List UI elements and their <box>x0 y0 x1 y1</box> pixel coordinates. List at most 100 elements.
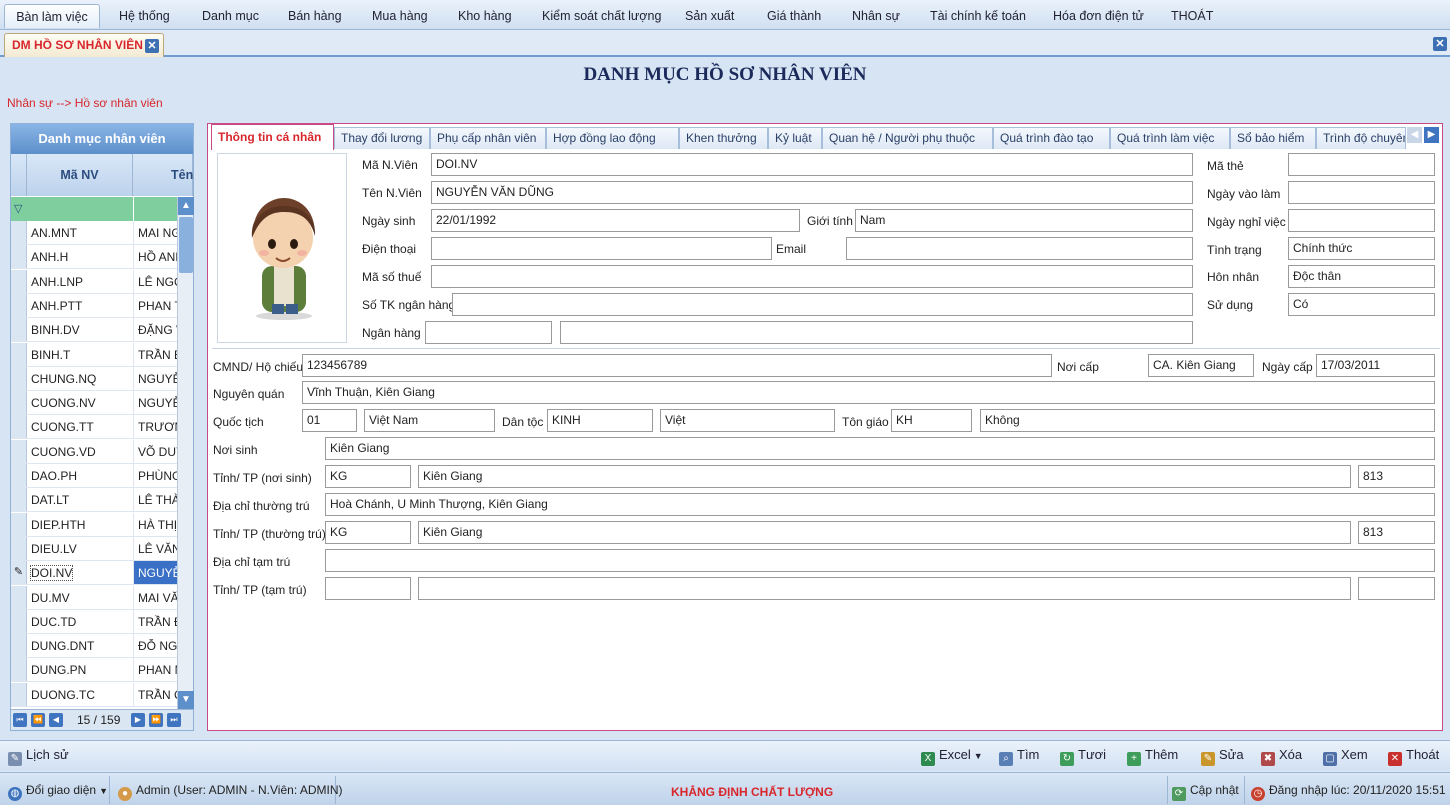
row-selector[interactable] <box>11 391 27 415</box>
row-selector[interactable] <box>11 245 27 269</box>
field-noi-cap[interactable]: CA. Kiên Giang <box>1148 354 1254 377</box>
field-ngan-hang-code[interactable] <box>425 321 552 344</box>
field-ton-giao-code[interactable]: KH <box>891 409 972 432</box>
field-dia-chi-tam-tru[interactable] <box>325 549 1435 572</box>
row-selector[interactable] <box>11 585 27 609</box>
refresh-button[interactable]: ↻ Tươi <box>1060 747 1106 766</box>
field-hon-nhan[interactable]: Độc thân <box>1288 265 1435 288</box>
field-ma-so-thue[interactable] <box>431 265 1193 288</box>
menu-san-xuat[interactable]: Sản xuất <box>685 4 734 28</box>
field-dia-chi-thuong-tru[interactable]: Hoà Chánh, U Minh Thượng, Kiên Giang <box>325 493 1435 516</box>
tab-qua-trinh-lam-viec[interactable]: Quá trình làm việc <box>1110 127 1230 149</box>
list-item[interactable]: DUONG.TC TRẦN C <box>11 682 177 707</box>
menu-gia-thanh[interactable]: Giá thành <box>767 4 821 28</box>
row-edit-indicator-icon[interactable]: ✎ <box>11 561 27 585</box>
row-selector[interactable] <box>11 366 27 390</box>
list-item[interactable]: CUONG.VD VÕ DUY <box>11 439 177 464</box>
tab-thay-doi-luong[interactable]: Thay đổi lương <box>334 127 430 149</box>
first-record-icon[interactable]: ⏮ <box>13 713 27 727</box>
prev-record-icon[interactable]: ◀ <box>49 713 63 727</box>
list-item[interactable]: AN.MNT MAI NG <box>11 221 177 245</box>
field-tinh-noi-sinh-code[interactable]: KG <box>325 465 411 488</box>
field-ngay-nghi-viec[interactable] <box>1288 209 1435 232</box>
row-selector[interactable] <box>11 221 27 244</box>
field-so-tk-ngan-hang[interactable] <box>452 293 1193 316</box>
list-item[interactable]: DAO.PH PHÙNG <box>11 464 177 488</box>
tab-khen-thuong[interactable]: Khen thưởng <box>679 127 768 149</box>
next-page-icon[interactable]: ⏩ <box>149 713 163 727</box>
row-selector[interactable] <box>11 512 27 536</box>
field-dan-toc-code[interactable]: KINH <box>547 409 653 432</box>
field-dan-toc-name[interactable]: Việt <box>660 409 835 432</box>
field-ma-the[interactable] <box>1288 153 1435 176</box>
column-header-code[interactable]: Mã NV <box>27 154 133 196</box>
tab-hop-dong-lao-dong[interactable]: Hợp đồng lao động <box>546 127 679 149</box>
field-cmnd[interactable]: 123456789 <box>302 354 1052 377</box>
search-button[interactable]: ⌕ Tìm <box>999 747 1039 766</box>
scroll-up-icon[interactable]: ▲ <box>178 197 194 215</box>
menu-he-thong[interactable]: Hệ thống <box>119 4 170 28</box>
field-email[interactable] <box>846 237 1193 260</box>
field-tinh-noi-sinh-number[interactable]: 813 <box>1358 465 1435 488</box>
menu-mua-hang[interactable]: Mua hàng <box>372 4 428 28</box>
row-selector[interactable] <box>11 415 27 439</box>
list-item[interactable]: CHUNG.NQ NGUYỄN <box>11 366 177 391</box>
row-selector[interactable] <box>11 682 27 706</box>
update-button[interactable]: ⟳ Cập nhật <box>1167 776 1245 804</box>
field-tinh-trang[interactable]: Chính thức <box>1288 237 1435 260</box>
menu-kho-hang[interactable]: Kho hàng <box>458 4 512 28</box>
field-ngay-vao-lam[interactable] <box>1288 181 1435 204</box>
field-ngan-hang-name[interactable] <box>560 321 1193 344</box>
menu-kiem-soat-chat-luong[interactable]: Kiểm soát chất lượng <box>542 4 661 28</box>
list-item[interactable]: ANH.LNP LÊ NGỌ <box>11 269 177 294</box>
field-tinh-tam-tru-number[interactable] <box>1358 577 1435 600</box>
menu-tai-chinh-ke-toan[interactable]: Tài chính kế toán <box>930 4 1026 28</box>
add-button[interactable]: + Thêm <box>1127 747 1178 766</box>
list-item[interactable]: DAT.LT LÊ THÀI <box>11 488 177 513</box>
row-selector[interactable] <box>11 488 27 512</box>
tab-qua-trinh-dao-tao[interactable]: Quá trình đào tạo <box>993 127 1110 149</box>
list-item[interactable]: ANH.H HỒ ANH <box>11 245 177 270</box>
field-nguyen-quan[interactable]: Vĩnh Thuận, Kiên Giang <box>302 381 1435 404</box>
tab-thong-tin-ca-nhan[interactable]: Thông tin cá nhân <box>211 124 334 150</box>
row-selector[interactable] <box>11 609 27 633</box>
row-selector[interactable] <box>11 318 27 342</box>
close-tab-icon[interactable]: ✕ <box>145 39 159 53</box>
tab-so-bao-hiem[interactable]: Sổ bảo hiểm <box>1230 127 1316 149</box>
menu-ban-lam-viec[interactable]: Bàn làm việc <box>4 4 100 28</box>
history-button[interactable]: ✎ Lịch sử <box>8 747 69 766</box>
row-selector[interactable] <box>11 293 27 317</box>
field-ngay-sinh[interactable]: 22/01/1992 <box>431 209 800 232</box>
column-header-name[interactable]: Tên <box>133 154 193 196</box>
row-selector[interactable] <box>11 536 27 560</box>
field-ten-nv[interactable]: NGUYỄN VĂN DŨNG <box>431 181 1193 204</box>
field-tinh-noi-sinh-name[interactable]: Kiên Giang <box>418 465 1351 488</box>
close-window-icon[interactable]: ✕ <box>1433 37 1447 51</box>
field-tinh-tam-tru-name[interactable] <box>418 577 1351 600</box>
field-ton-giao-name[interactable]: Không <box>980 409 1435 432</box>
scroll-down-icon[interactable]: ▼ <box>178 691 194 709</box>
document-tab[interactable]: DM HỒ SƠ NHÂN VIÊN ✕ <box>4 33 164 57</box>
delete-button[interactable]: ✖ Xóa <box>1261 747 1302 766</box>
list-item[interactable]: BINH.T TRẦN B <box>11 342 177 367</box>
list-item[interactable]: CUONG.TT TRƯƠN <box>11 415 177 440</box>
list-item[interactable]: DIEP.HTH HÀ THỊ <box>11 512 177 537</box>
menu-thoat[interactable]: THOÁT <box>1171 4 1213 28</box>
field-ngay-cap[interactable]: 17/03/2011 <box>1316 354 1435 377</box>
list-item[interactable]: CUONG.NV NGUYỄN <box>11 391 177 416</box>
view-button[interactable]: ▢ Xem <box>1323 747 1368 766</box>
tab-trinh-do-chuyen-mon[interactable]: Trình độ chuyên <box>1316 127 1406 149</box>
field-su-dung[interactable]: Có <box>1288 293 1435 316</box>
employee-photo[interactable] <box>217 153 347 343</box>
field-tinh-thuong-tru-name[interactable]: Kiên Giang <box>418 521 1351 544</box>
list-item[interactable]: ✎DOI.NV NGUYỄN <box>11 561 177 586</box>
tab-scroll-left-icon[interactable]: ◀ <box>1407 127 1422 143</box>
menu-ban-hang[interactable]: Bán hàng <box>288 4 342 28</box>
row-selector[interactable] <box>11 464 27 487</box>
row-selector[interactable] <box>11 269 27 293</box>
next-record-icon[interactable]: ▶ <box>131 713 145 727</box>
field-noi-sinh[interactable]: Kiên Giang <box>325 437 1435 460</box>
excel-button[interactable]: X Excel ▼ <box>921 747 983 766</box>
list-item[interactable]: DUNG.DNT ĐỖ NGC <box>11 634 177 659</box>
row-selector[interactable] <box>11 658 27 682</box>
